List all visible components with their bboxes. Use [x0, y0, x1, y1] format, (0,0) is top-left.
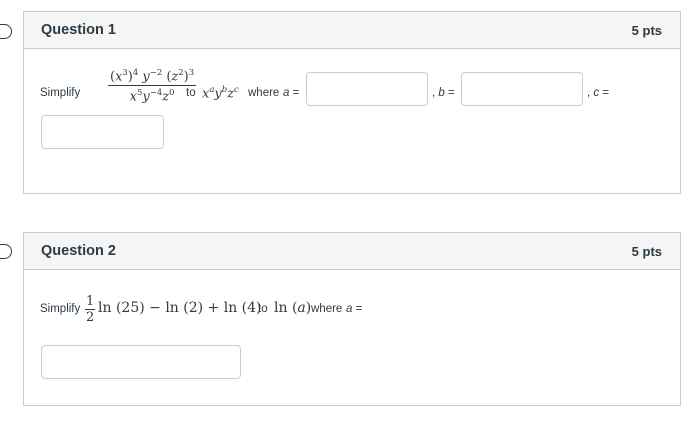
label-a: a = — [346, 303, 363, 315]
question-header: Question 1 5 pts — [24, 12, 680, 49]
prompt-mid-text: to — [258, 303, 268, 315]
fraction-denominator: 2 — [86, 310, 95, 325]
prompt-where-text: where — [248, 87, 280, 99]
bookmark-flag-icon[interactable] — [0, 24, 12, 39]
prompt-prefix: Simplify — [40, 303, 81, 315]
prompt-where-text: where — [311, 303, 343, 315]
question-body: Simplify 1 2 ln (25) − ln (2) + ln (4) t… — [24, 270, 680, 405]
label-b: , b = — [432, 87, 455, 99]
half-fraction: 1 2 — [85, 294, 96, 325]
question-card-2: Question 2 5 pts Simplify 1 2 ln (25) − … — [23, 232, 681, 406]
prompt-prefix: Simplify — [40, 87, 81, 99]
question-points: 5 pts — [631, 243, 662, 259]
question-title: Question 2 — [41, 243, 116, 259]
fraction-numerator: (x3)4 y−2 (z2)3 — [110, 67, 195, 85]
fraction-expression: (x3)4 y−2 (z2)3 x5y−4z0 — [108, 67, 197, 105]
answer-a-input[interactable] — [306, 72, 428, 106]
prompt-mid-text: to — [186, 87, 196, 99]
answer-c-input[interactable] — [41, 115, 164, 149]
label-a: a = — [283, 87, 300, 99]
label-c: , c = — [587, 87, 610, 99]
log-expression: ln (25) − ln (2) + ln (4) — [98, 300, 262, 316]
bookmark-flag-icon[interactable] — [0, 244, 12, 259]
target-expression: ln (a) — [274, 300, 312, 316]
target-expression: xaybzc — [202, 84, 239, 102]
fraction-denominator: x5y−4z0 — [129, 87, 175, 105]
question-card-1: Question 1 5 pts Simplify (x3)4 y−2 (z2)… — [23, 11, 681, 194]
question-header: Question 2 5 pts — [24, 233, 680, 270]
question-body: Simplify (x3)4 y−2 (z2)3 x5y−4z0 to xayb… — [24, 49, 680, 193]
answer-a-input[interactable] — [41, 345, 241, 379]
question-points: 5 pts — [631, 22, 662, 38]
answer-b-input[interactable] — [461, 72, 583, 106]
question-title: Question 1 — [41, 22, 116, 38]
fraction-numerator: 1 — [86, 294, 95, 309]
